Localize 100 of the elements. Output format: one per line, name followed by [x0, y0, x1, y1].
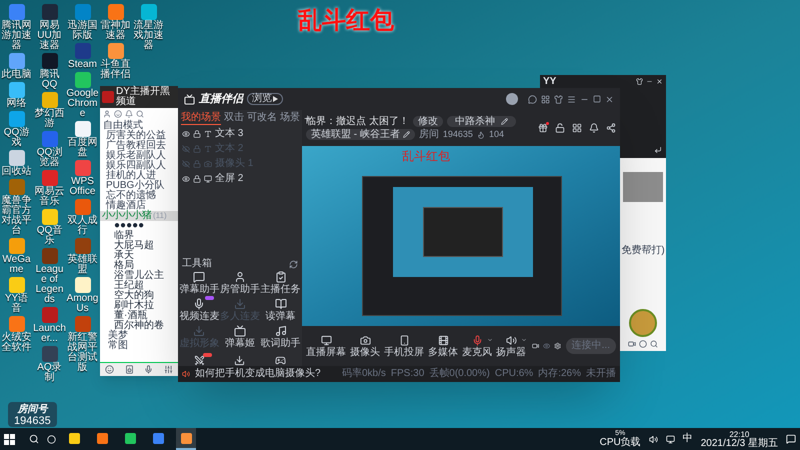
- app-icon[interactable]: [108, 43, 124, 59]
- member-name[interactable]: 西尔神的卷: [100, 321, 178, 331]
- task-view-icon[interactable]: [47, 434, 56, 444]
- circle-icon[interactable]: [639, 340, 647, 348]
- download-icon[interactable]: [234, 355, 246, 366]
- tip-link[interactable]: 如何把手机变成电脑摄像头?: [195, 369, 321, 379]
- member-name[interactable]: 承天: [100, 251, 178, 261]
- smile-icon[interactable]: [105, 365, 114, 374]
- control-button[interactable]: 手机投屏: [384, 334, 424, 358]
- control-button[interactable]: 多媒体: [428, 334, 458, 358]
- close-icon[interactable]: [605, 94, 614, 104]
- app-icon[interactable]: [74, 277, 90, 293]
- app-icon[interactable]: [8, 82, 24, 98]
- channel-item[interactable]: 情趣酒店: [100, 201, 178, 211]
- app-icon[interactable]: [8, 53, 24, 69]
- member-name[interactable]: 王纪超: [100, 281, 178, 291]
- app-icon[interactable]: [74, 121, 90, 137]
- channel-item[interactable]: PUBG小分队: [100, 181, 178, 191]
- tool-button[interactable]: 主播任务: [260, 271, 301, 295]
- app-icon[interactable]: [140, 4, 156, 20]
- subchannel-item[interactable]: 美梦: [100, 331, 178, 341]
- app-icon[interactable]: [74, 72, 90, 88]
- shirt-icon[interactable]: [636, 78, 643, 85]
- subchannel-item[interactable]: 常图: [100, 341, 178, 351]
- member-name[interactable]: 刷叶木拉: [100, 301, 178, 311]
- smile-icon[interactable]: [114, 110, 122, 118]
- layout-icon[interactable]: [541, 94, 550, 104]
- swords-icon[interactable]: [194, 355, 205, 366]
- channel-item[interactable]: 娱乐老副队人: [100, 151, 178, 161]
- lock-icon[interactable]: [193, 174, 201, 182]
- video-icon[interactable]: [628, 340, 636, 348]
- input-method[interactable]: 中: [682, 434, 693, 444]
- enter-icon[interactable]: [654, 146, 662, 154]
- sliders-icon[interactable]: [164, 365, 173, 374]
- channel-item[interactable]: 娱乐四副队人: [100, 161, 178, 171]
- maximize-icon[interactable]: [593, 95, 601, 103]
- notification-icon[interactable]: [786, 434, 796, 444]
- member-name[interactable]: 格局: [100, 261, 178, 271]
- channel-group[interactable]: 小小小小猪(11): [100, 211, 178, 221]
- app-icon[interactable]: [42, 53, 58, 69]
- app-icon[interactable]: [8, 238, 24, 254]
- chat-icon[interactable]: [528, 94, 537, 104]
- channel-item[interactable]: 忘不的遗憾: [100, 191, 178, 201]
- menu-icon[interactable]: [567, 94, 576, 104]
- app-icon[interactable]: [42, 209, 58, 225]
- scene-tab[interactable]: 我的场景: [181, 112, 221, 124]
- channel-item[interactable]: 厉害关的公益: [100, 131, 178, 141]
- member-name[interactable]: 大屁马超: [100, 241, 178, 251]
- category-field[interactable]: 英雄联盟 - 峡谷王者: [306, 129, 415, 140]
- scene-tab[interactable]: 可改名: [247, 112, 277, 124]
- control-button[interactable]: 直播屏幕: [306, 334, 346, 358]
- close-icon[interactable]: [656, 78, 663, 85]
- app-icon[interactable]: [8, 150, 24, 166]
- shirt-icon[interactable]: [554, 94, 563, 104]
- app-icon[interactable]: [42, 92, 58, 108]
- member-name[interactable]: 浴雪儿公主: [100, 271, 178, 281]
- settings-icon[interactable]: [554, 341, 562, 351]
- channel-item[interactable]: 广告教程回去: [100, 141, 178, 151]
- eye-icon[interactable]: [182, 130, 190, 138]
- tool-button[interactable]: 房管助手: [220, 271, 260, 295]
- member-name[interactable]: 董·酒瓶: [100, 311, 178, 321]
- bell-icon[interactable]: [125, 110, 133, 118]
- tool-button[interactable]: 歌词助手: [260, 325, 301, 349]
- network-icon[interactable]: [666, 434, 675, 444]
- member-name[interactable]: 空大的狗: [100, 291, 178, 301]
- pencil-icon[interactable]: [500, 118, 508, 125]
- eye-icon[interactable]: [182, 174, 190, 182]
- caret-icon[interactable]: [521, 336, 527, 342]
- scene-tab[interactable]: 场景: [280, 112, 300, 124]
- member-name[interactable]: 临界: [100, 231, 178, 241]
- caret-icon[interactable]: [487, 336, 493, 342]
- edit-button[interactable]: 修改: [412, 116, 443, 127]
- volume-icon[interactable]: [648, 434, 658, 444]
- control-button[interactable]: 麦克风: [462, 334, 492, 358]
- lock-icon[interactable]: [193, 130, 201, 138]
- minimize-icon[interactable]: [646, 78, 653, 85]
- member-name[interactable]: ●●●●●: [100, 221, 178, 231]
- scene-tab[interactable]: 双击: [224, 112, 244, 124]
- tag-field[interactable]: 中路杀神: [446, 116, 516, 127]
- control-button[interactable]: 摄像头: [350, 334, 380, 358]
- microphone-icon[interactable]: [144, 365, 154, 374]
- channel-item[interactable]: 挂机的人进: [100, 171, 178, 181]
- source-row[interactable]: 文本 3: [178, 126, 302, 141]
- tool-button[interactable]: 弹幕姬: [220, 325, 260, 349]
- app-icon[interactable]: [8, 277, 24, 293]
- speaker-icon[interactable]: [124, 365, 134, 374]
- gift-icon[interactable]: [538, 123, 548, 133]
- avatar[interactable]: [506, 93, 518, 105]
- tool-button[interactable]: 读弹幕: [260, 298, 301, 322]
- gamepad-icon[interactable]: [275, 355, 286, 366]
- source-row[interactable]: 全屏 2: [178, 171, 302, 186]
- tool-button[interactable]: 视频连麦: [179, 298, 220, 322]
- pencil-icon[interactable]: [402, 131, 410, 138]
- layout-icon[interactable]: [572, 123, 582, 133]
- share-icon[interactable]: [606, 123, 616, 133]
- windows-logo-icon[interactable]: [4, 434, 15, 444]
- search-icon[interactable]: [650, 340, 658, 348]
- tool-button[interactable]: 弹幕助手: [179, 271, 220, 295]
- version-button[interactable]: 浏览: [247, 93, 283, 105]
- taskbar-app[interactable]: [176, 428, 196, 450]
